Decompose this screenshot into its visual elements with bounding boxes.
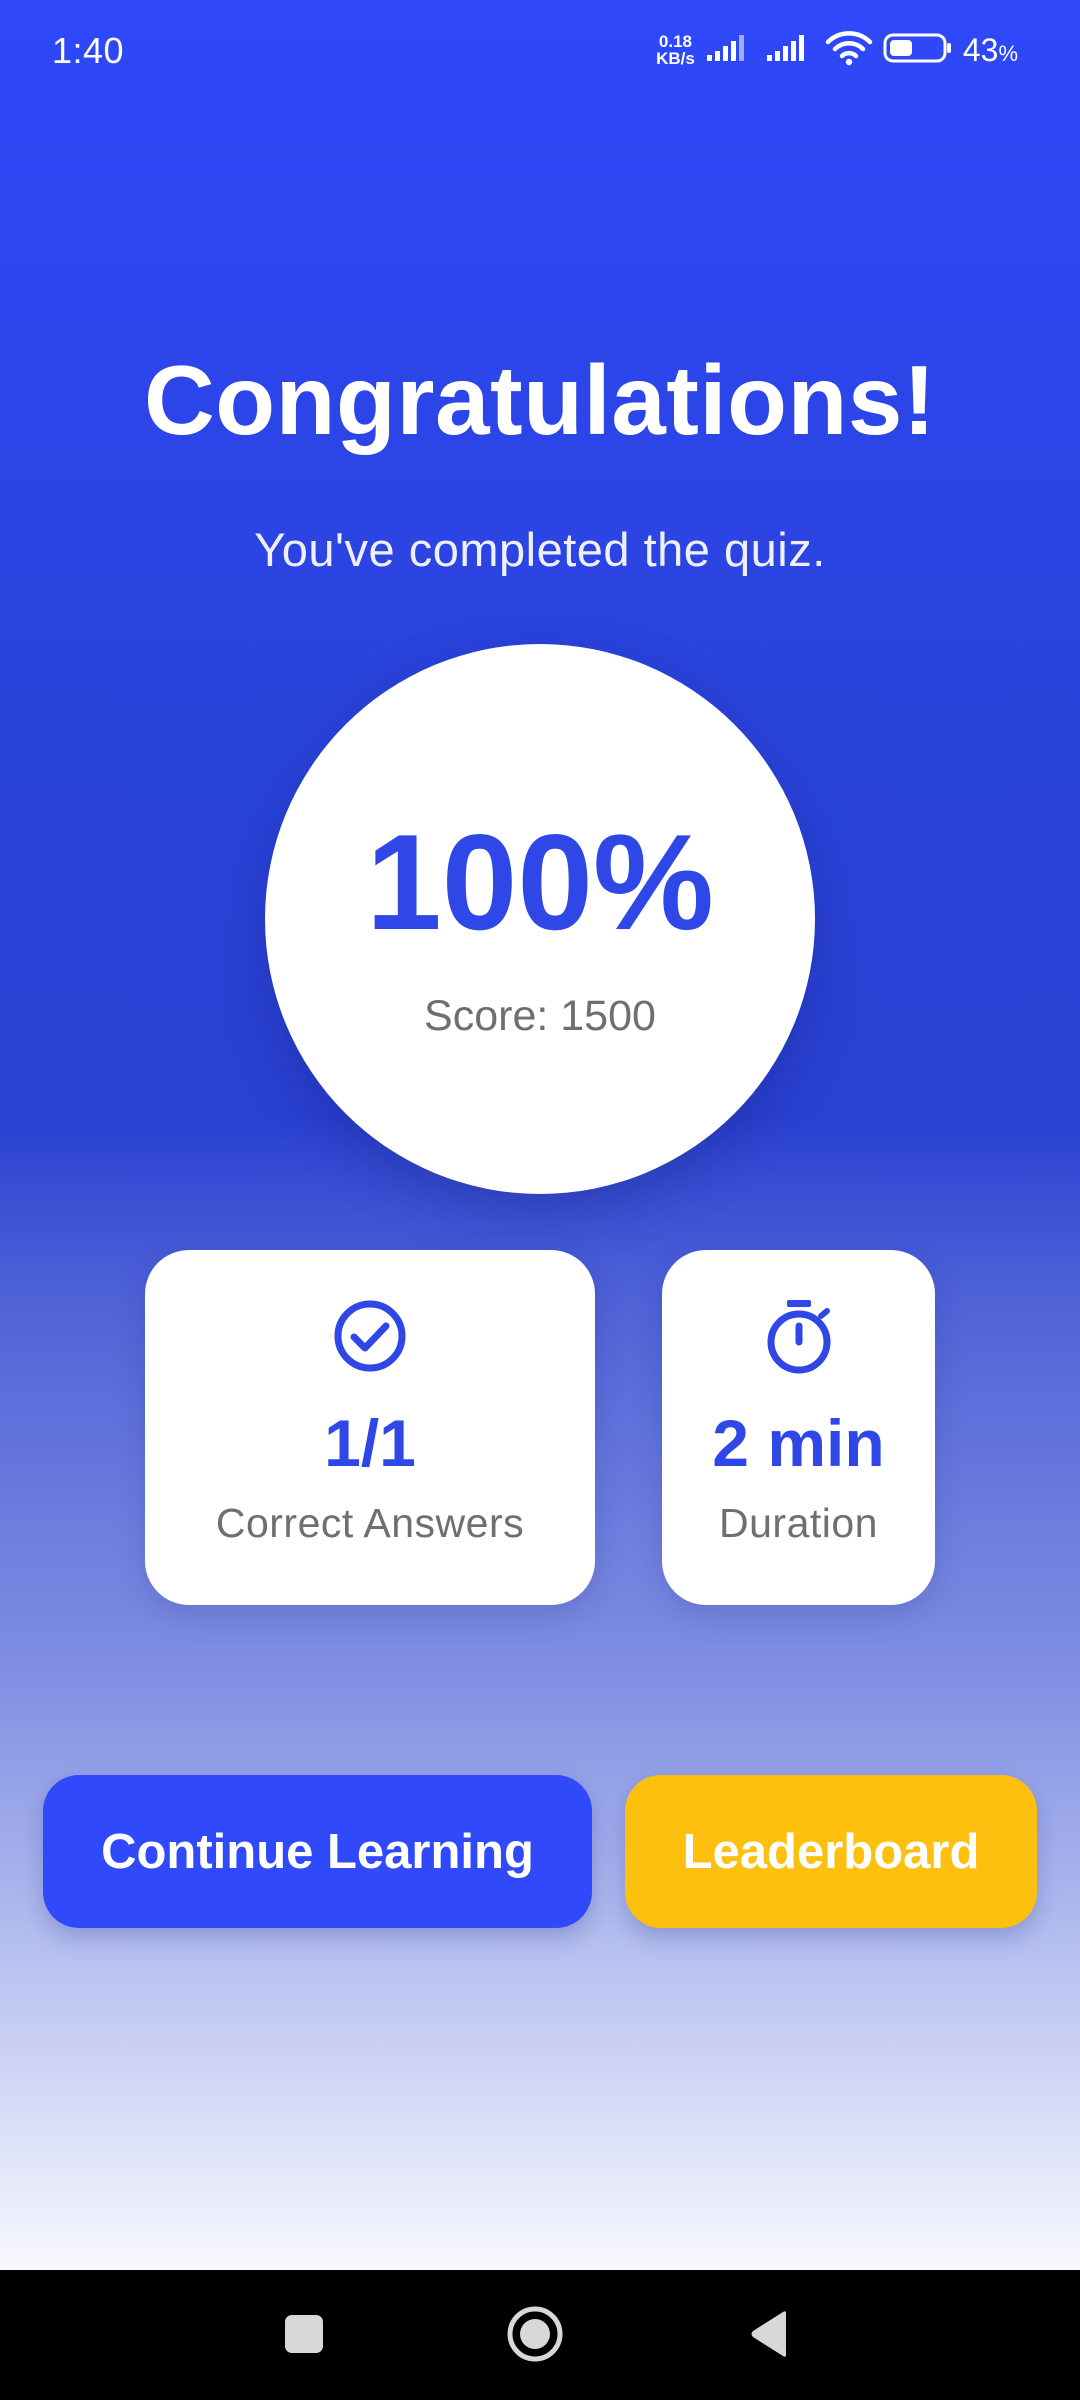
network-speed-unit: KB/s xyxy=(656,49,695,68)
network-speed: 0.18 KB/s xyxy=(656,33,695,67)
back-button[interactable] xyxy=(732,2298,808,2374)
network-speed-value: 0.18 xyxy=(658,32,693,51)
battery-percent-sign: % xyxy=(998,40,1018,66)
duration-value: 2 min xyxy=(712,1406,885,1480)
stopwatch-icon xyxy=(761,1298,837,1374)
correct-answers-value: 1/1 xyxy=(324,1406,416,1480)
home-button[interactable] xyxy=(497,2298,573,2374)
battery-percent-value: 43 xyxy=(962,31,999,68)
continue-learning-button[interactable]: Continue Learning xyxy=(43,1775,592,1928)
recents-button[interactable] xyxy=(266,2298,342,2374)
page-subtitle: You've completed the quiz. xyxy=(254,523,826,576)
back-triangle-icon xyxy=(748,2310,792,2363)
home-circle-icon xyxy=(506,2305,564,2368)
battery-icon xyxy=(883,32,953,69)
correct-answers-card: 1/1 Correct Answers xyxy=(145,1250,595,1605)
wifi-icon xyxy=(825,30,873,71)
duration-card: 2 min Duration xyxy=(662,1250,935,1605)
quiz-result-screen: 1:40 0.18 KB/s 43% Congratulations! You'… xyxy=(0,0,1080,2270)
check-circle-icon xyxy=(332,1298,408,1374)
signal-icon xyxy=(705,33,755,68)
status-bar: 1:40 0.18 KB/s 43% xyxy=(0,0,1080,100)
score-points: Score: 1500 xyxy=(424,992,656,1040)
signal-icon xyxy=(765,33,815,68)
page-title: Congratulations! xyxy=(144,345,936,455)
score-percent: 100% xyxy=(366,806,714,958)
leaderboard-button[interactable]: Leaderboard xyxy=(625,1775,1037,1928)
duration-label: Duration xyxy=(719,1500,878,1546)
correct-answers-label: Correct Answers xyxy=(215,1500,525,1546)
status-time: 1:40 xyxy=(52,30,125,71)
recents-square-icon xyxy=(284,2314,324,2359)
battery-percent: 43% xyxy=(963,32,1018,69)
status-indicators: 0.18 KB/s 43% xyxy=(656,28,1018,72)
system-navigation-bar xyxy=(0,2270,1080,2400)
score-circle: 100% Score: 1500 xyxy=(265,644,815,1194)
